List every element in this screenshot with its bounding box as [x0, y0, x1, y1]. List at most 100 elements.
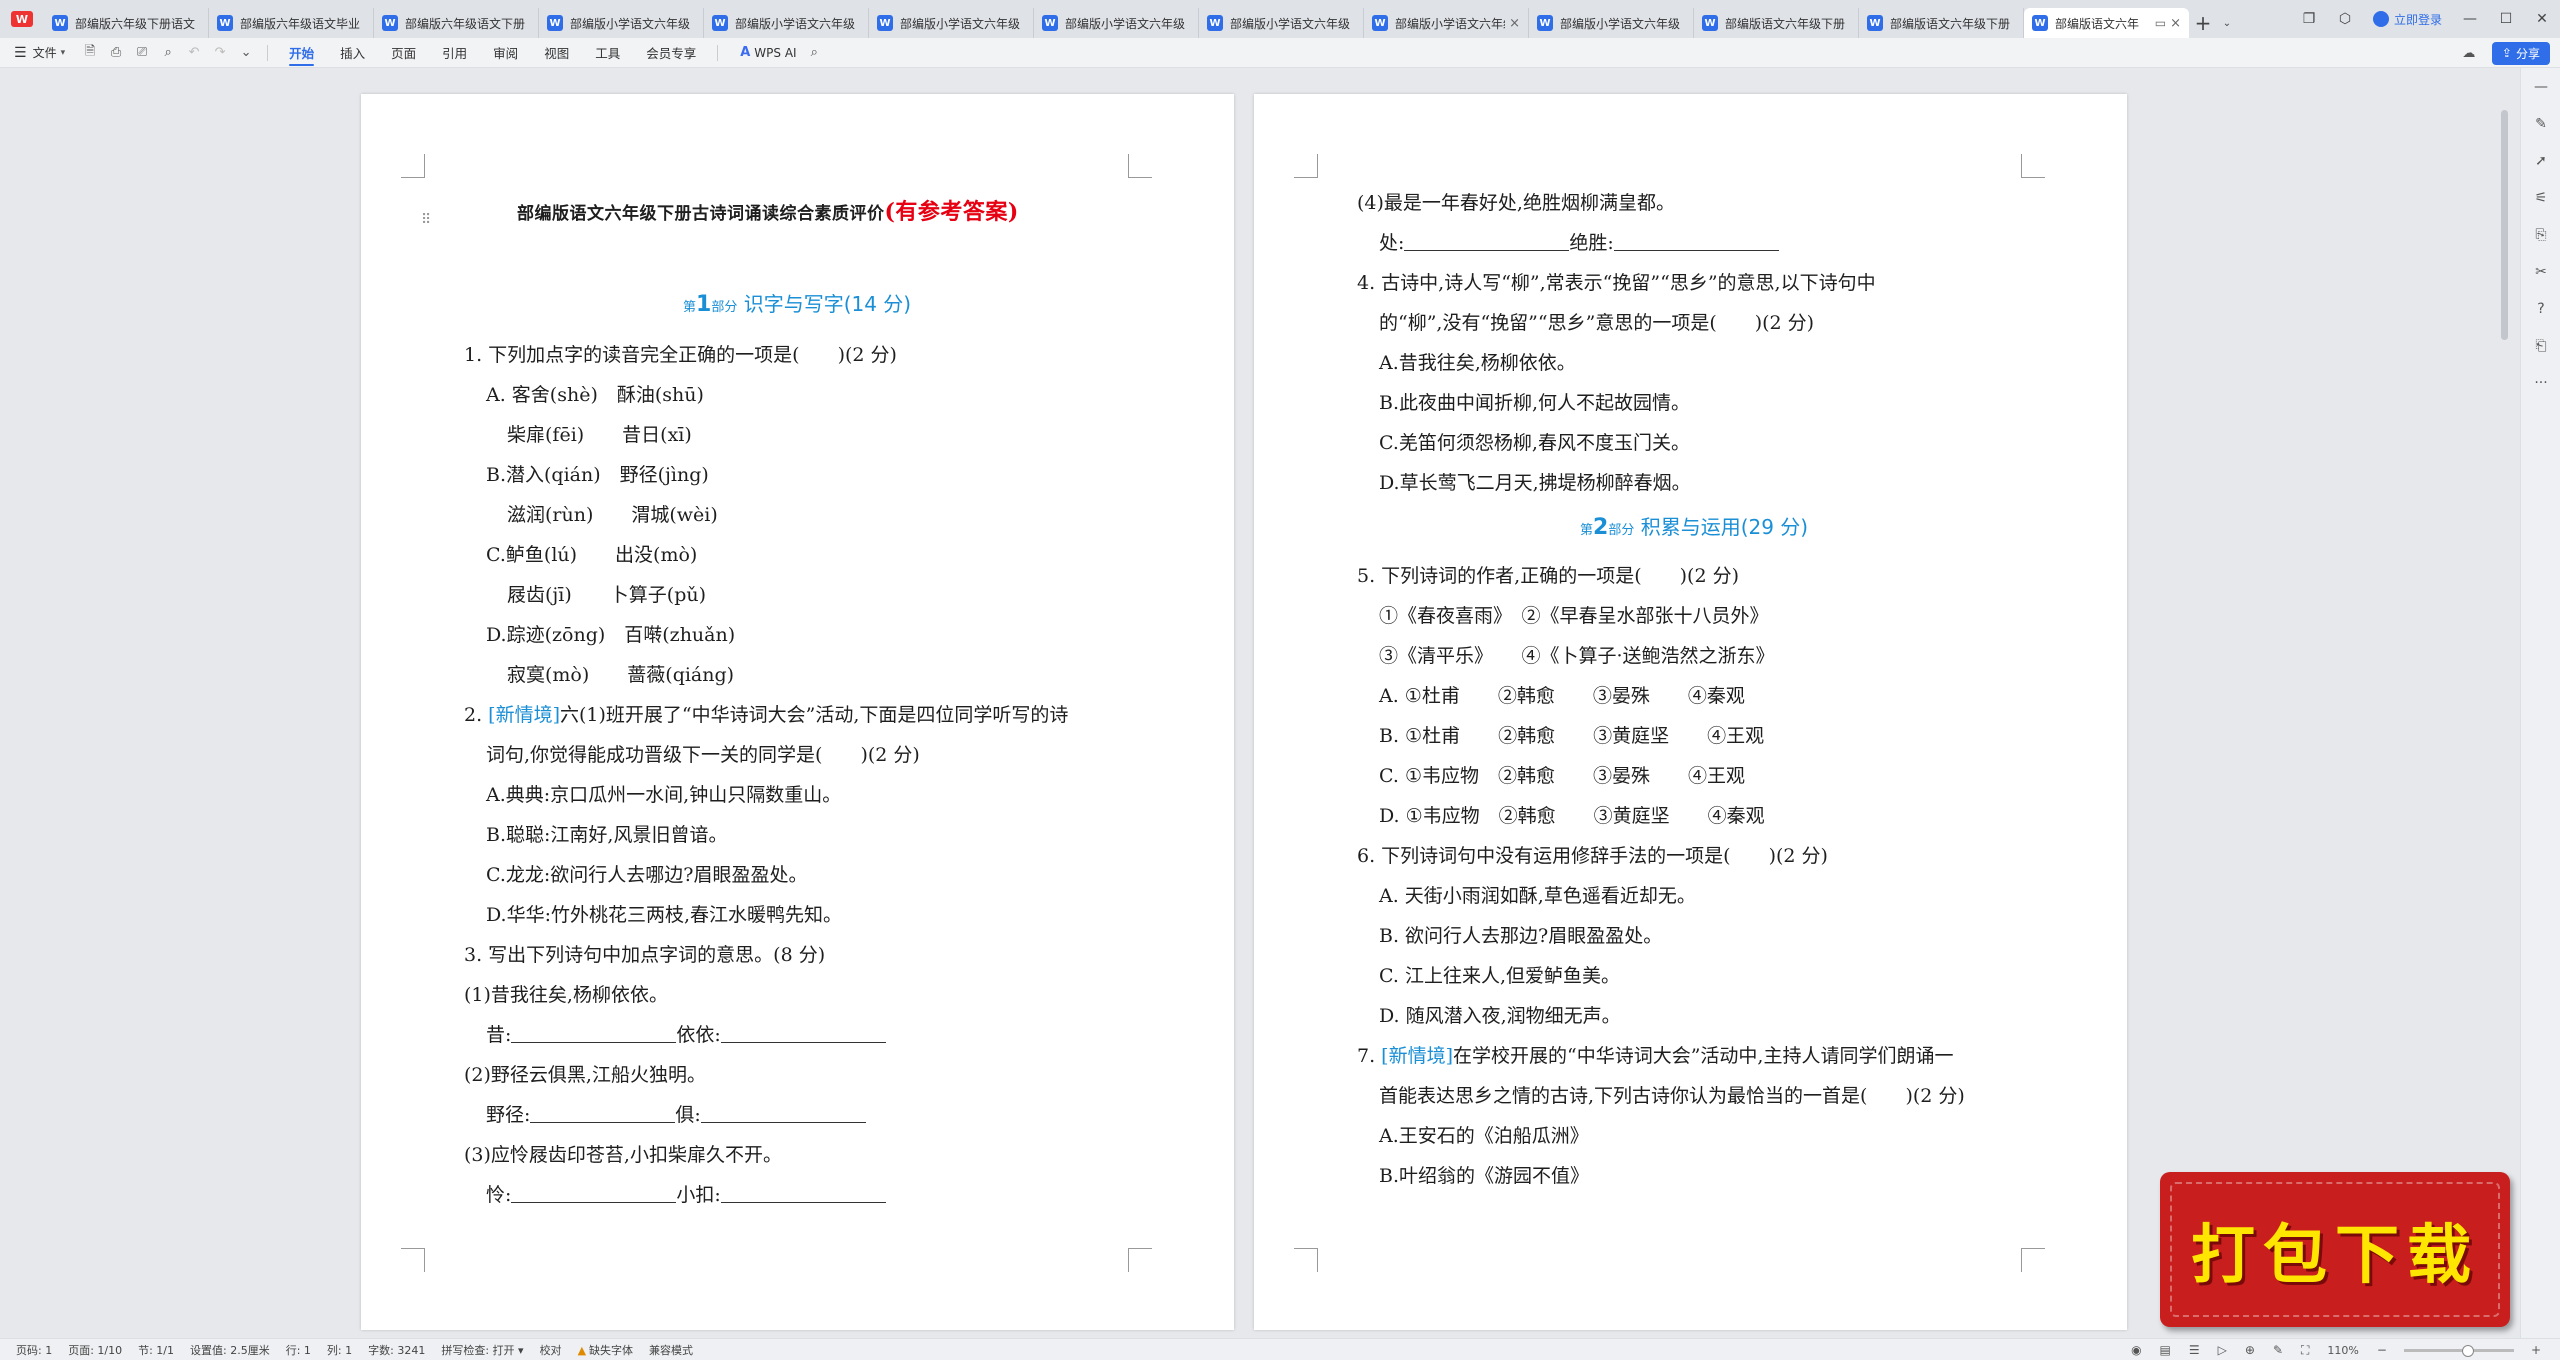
status-page-count[interactable]: 页面: 1/10: [68, 1342, 122, 1358]
answer-blank[interactable]: [511, 1185, 677, 1203]
translate-icon[interactable]: ⎘: [2521, 216, 2560, 253]
tab-label: 部编版六年级语文毕业: [240, 16, 361, 31]
tab-label: 部编版小学语文六年级: [570, 16, 691, 31]
ribbon-tab[interactable]: 审阅: [493, 38, 518, 68]
document-tab[interactable]: W 部编版小学语文六年级: [869, 8, 1034, 38]
document-page-1[interactable]: ⠿ 部编版语文六年级下册古诗词诵读综合素质评价(有参考答案) 第1部分 识字与写…: [361, 94, 1234, 1330]
document-tab[interactable]: W 部编版六年级语文下册: [374, 8, 539, 38]
fit-page-icon[interactable]: ⛶: [2301, 1343, 2309, 1358]
ribbon-tab[interactable]: 页面: [391, 38, 416, 68]
document-tab[interactable]: W 部编版语文六年级下册: [1859, 8, 2024, 38]
answer-blank[interactable]: [530, 1105, 676, 1123]
ribbon-tab[interactable]: 工具: [595, 38, 620, 68]
file-menu[interactable]: ☰ 文件 ▾: [14, 44, 65, 61]
document-page-2[interactable]: (4)最是一年春好处,绝胜烟柳满皇都。 处: 绝胜: 4. 古诗中,诗人写“柳”,…: [1254, 94, 2127, 1330]
wps-logo-icon[interactable]: W: [0, 0, 44, 38]
document-tab[interactable]: W 部编版小学语文六年级: [1529, 8, 1694, 38]
document-tab[interactable]: W 部编版六年级下册语文: [44, 8, 209, 38]
document-tab[interactable]: W 部编版小学语文六年级: [1199, 8, 1364, 38]
ribbon-tab[interactable]: 视图: [544, 38, 569, 68]
search-icon[interactable]: ⌕: [811, 45, 818, 60]
answer-blank[interactable]: [720, 1025, 886, 1043]
answer-blank[interactable]: [720, 1185, 886, 1203]
page-view-icon[interactable]: ▤: [2160, 1343, 2171, 1357]
ribbon-tab[interactable]: 会员专享: [646, 38, 696, 68]
status-proof[interactable]: 校对: [540, 1342, 562, 1358]
share-button[interactable]: ⇪ 分享: [2491, 41, 2550, 65]
outline-view-icon[interactable]: ☰: [2189, 1343, 2200, 1357]
save-icon[interactable]: 🗎: [77, 38, 103, 68]
export-pdf-icon[interactable]: ⎙: [103, 38, 129, 68]
restore-tabs-icon[interactable]: ❐: [2291, 0, 2327, 38]
share-icon: ⇪: [2501, 46, 2512, 60]
zoom-in-icon[interactable]: +: [2531, 1343, 2541, 1357]
redo-icon[interactable]: ↷: [207, 38, 233, 68]
eye-protect-icon[interactable]: ◉: [2131, 1343, 2141, 1357]
status-spell-check[interactable]: 拼写检查: 打开 ▾: [441, 1342, 523, 1358]
status-page-number[interactable]: 页码: 1: [16, 1342, 52, 1358]
margin-mark: [1294, 154, 1318, 178]
collapse-icon[interactable]: —: [2521, 68, 2560, 105]
select-cursor-icon[interactable]: ➚: [2521, 142, 2560, 179]
tab-list-chevron-icon[interactable]: ⌄: [2217, 18, 2237, 29]
close-window-icon[interactable]: ✕: [2524, 0, 2560, 38]
help-icon[interactable]: ?: [2521, 290, 2560, 327]
minimize-icon[interactable]: —: [2452, 0, 2488, 38]
ribbon-tab[interactable]: 引用: [442, 38, 467, 68]
ribbon-tab[interactable]: 开始: [289, 38, 315, 68]
q1-option-a2: 柴扉(fēi) 昔日(xī): [507, 424, 692, 446]
tab-window-icon[interactable]: ▭: [2155, 16, 2166, 30]
answer-blank[interactable]: [511, 1025, 677, 1043]
document-tab[interactable]: W 部编版六年级语文毕业: [209, 8, 374, 38]
play-icon[interactable]: ▷: [2218, 1343, 2227, 1357]
pen-icon[interactable]: ✎: [2273, 1343, 2283, 1357]
new-tab-plus-icon[interactable]: +: [2189, 8, 2217, 38]
status-row[interactable]: 行: 1: [286, 1342, 311, 1358]
maximize-icon[interactable]: ☐: [2488, 0, 2524, 38]
missing-font-label: 缺失字体: [589, 1343, 634, 1357]
zoom-level[interactable]: 110%: [2327, 1344, 2358, 1357]
quick-access-chevron-icon[interactable]: ⌄: [233, 38, 259, 68]
answer-blank[interactable]: [700, 1105, 866, 1123]
share-panel-icon[interactable]: ⎗: [2521, 327, 2560, 364]
edit-icon[interactable]: ✎: [2521, 105, 2560, 142]
wps-ai-label: WPS AI: [754, 45, 797, 60]
close-tab-icon[interactable]: ×: [1509, 16, 1520, 31]
download-package-badge[interactable]: 打包下载: [2160, 1172, 2510, 1327]
vertical-scrollbar[interactable]: [2501, 110, 2508, 340]
wps-ai-button[interactable]: A WPS AI: [740, 45, 796, 60]
status-settings[interactable]: 设置值: 2.5厘米: [190, 1342, 270, 1358]
section-part: 部分: [1608, 523, 1635, 538]
answer-blank[interactable]: [1613, 233, 1779, 251]
print-preview-icon[interactable]: ⌕: [155, 38, 181, 68]
drag-handle-icon[interactable]: ⠿: [421, 212, 431, 228]
answer-blank[interactable]: [1404, 233, 1570, 251]
zoom-slider[interactable]: [2403, 1344, 2514, 1357]
adjust-icon[interactable]: ⚟: [2521, 179, 2560, 216]
undo-icon[interactable]: ↶: [181, 38, 207, 68]
status-col[interactable]: 列: 1: [327, 1342, 352, 1358]
q2-option-c: C.龙龙:欲问行人去哪边?眉眼盈盈处。: [486, 864, 808, 886]
cloud-sync-icon[interactable]: ☁: [2456, 38, 2482, 68]
q1-option-c1: C.鲈鱼(lú) 出没(mò): [486, 544, 698, 566]
document-tab[interactable]: W 部编版语文六年级下册: [1694, 8, 1859, 38]
word-doc-icon: W: [1372, 15, 1388, 31]
document-tab[interactable]: W 部编版小学语文六年级: [1034, 8, 1199, 38]
status-word-count[interactable]: 字数: 3241: [368, 1342, 425, 1358]
more-icon[interactable]: ···: [2521, 364, 2560, 401]
close-tab-icon[interactable]: ×: [2170, 16, 2181, 31]
divider: [717, 44, 719, 61]
cube-icon[interactable]: ⬡: [2327, 0, 2363, 38]
tools-icon[interactable]: ✂: [2521, 253, 2560, 290]
status-missing-font[interactable]: ▲ 缺失字体: [578, 1342, 633, 1358]
document-tab[interactable]: W 部编版小学语文六年级: [539, 8, 704, 38]
print-icon[interactable]: ⎚: [129, 38, 155, 68]
ribbon-tab[interactable]: 插入: [340, 38, 365, 68]
document-tab[interactable]: W 部编版小学语文六年级 ×: [1364, 8, 1529, 38]
status-section[interactable]: 节: 1/1: [138, 1342, 174, 1358]
login-button[interactable]: 立即登录: [2372, 11, 2442, 28]
web-view-icon[interactable]: ⊕: [2245, 1343, 2255, 1357]
document-tab[interactable]: W 部编版语文六年 ▭ ×: [2024, 8, 2189, 38]
document-tab[interactable]: W 部编版小学语文六年级: [704, 8, 869, 38]
zoom-out-icon[interactable]: −: [2377, 1343, 2387, 1357]
